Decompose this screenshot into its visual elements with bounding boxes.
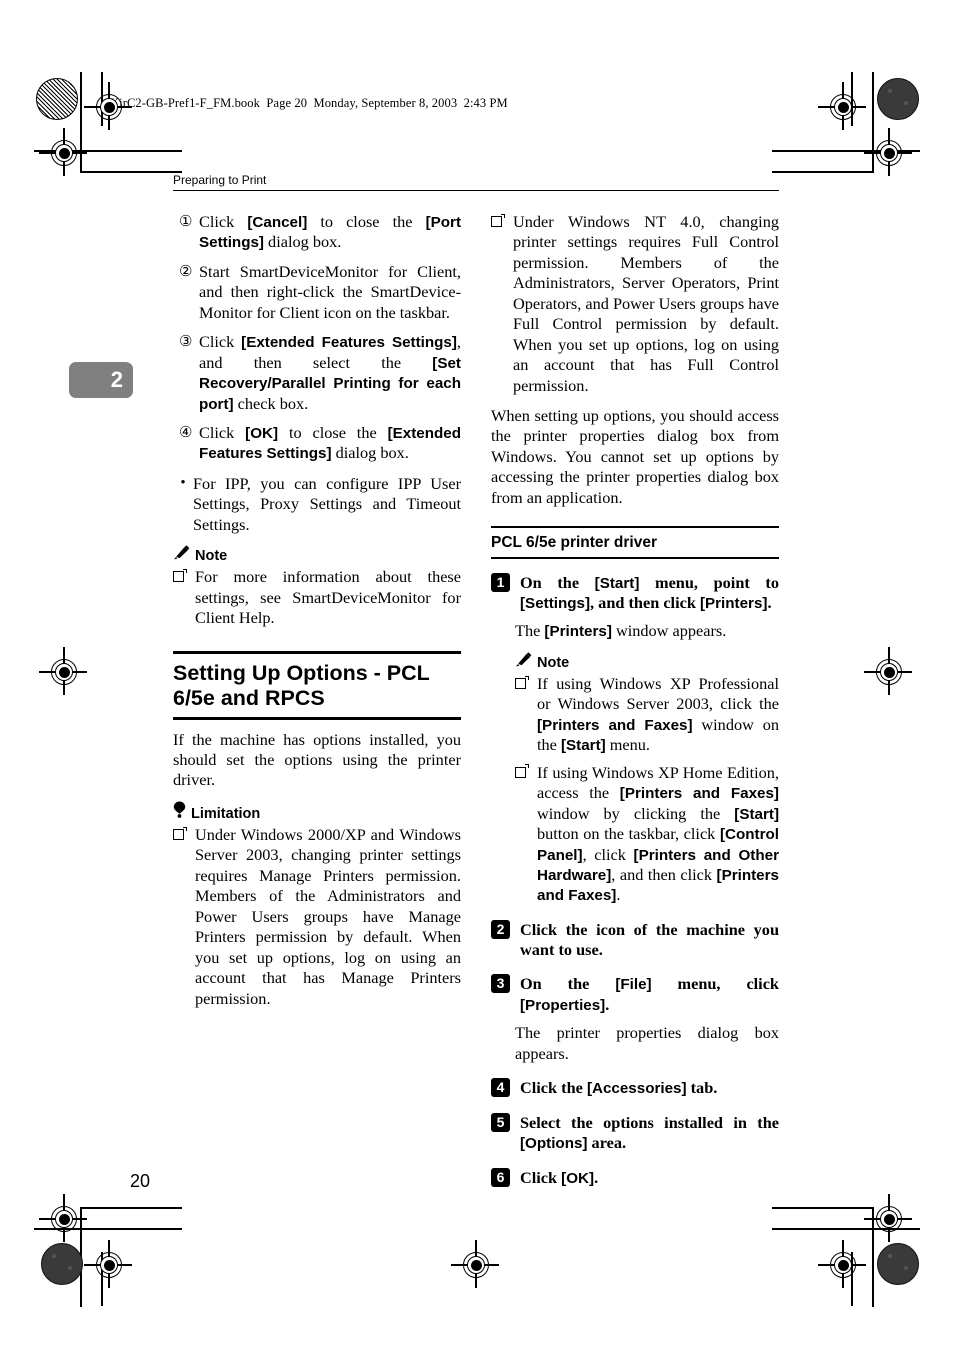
section-intro-paragraph: If the machine has options installed, yo… (173, 729, 461, 790)
note-label: Note (195, 548, 228, 565)
circled-number: ① (179, 214, 193, 230)
note-item-text: For more information about these setting… (195, 567, 461, 628)
crop-line (772, 1207, 874, 1209)
limitation-item-text: Under Windows NT 4.0, changing printer s… (513, 212, 779, 395)
list-item-text: Click [Cancel] to close the [Port Settin… (199, 212, 461, 252)
note-item: If using Windows XP Professional or Wind… (515, 674, 779, 756)
square-bullet-icon (173, 825, 195, 1009)
crop-line (772, 171, 874, 173)
step-number-badge: 1 (491, 572, 515, 615)
circled-number: ④ (179, 424, 193, 441)
limitation-item: Under Windows NT 4.0, changing printer s… (491, 212, 779, 396)
step-number-badge: 4 (491, 1078, 515, 1099)
circled-number: ② (179, 263, 193, 280)
step-number: 2 (491, 919, 510, 939)
numbered-procedure-list: ① Click [Cancel] to close the [Port Sett… (173, 212, 461, 464)
chapter-number-tab: 2 (69, 362, 133, 398)
registration-target-icon (864, 128, 912, 176)
step-number: 6 (491, 1168, 510, 1188)
step-result-text: The printer properties dialog box appear… (515, 1023, 779, 1063)
registration-target-icon (864, 1194, 912, 1242)
registration-blob-icon (36, 78, 78, 120)
bullet-item: • For IPP, you can configure IPP User Se… (173, 474, 461, 535)
step-text: Click the icon of the machine you want t… (520, 919, 779, 960)
note-item: For more information about these setting… (173, 567, 461, 628)
book-file-header: KirC2-GB-Pref1-F_FM.book Page 20 Monday,… (110, 96, 508, 110)
note-heading: Note (173, 545, 461, 565)
step-text: Click the [Accessories] tab. (520, 1078, 718, 1098)
note-item-text: If using Windows XP Home Edition, access… (537, 762, 779, 905)
limitation-label: Limitation (191, 805, 261, 822)
step-number: 5 (491, 1113, 510, 1133)
limitation-item-text: Under Windows 2000/XP and Windows Server… (195, 825, 461, 1008)
right-column: Under Windows NT 4.0, changing printer s… (491, 212, 779, 1189)
square-bullet-icon (515, 763, 537, 906)
registration-target-icon (84, 1240, 132, 1288)
step-number: 4 (491, 1078, 510, 1098)
step-number-badge: 3 (491, 974, 515, 1016)
registration-target-icon (39, 647, 87, 695)
bullet-dot-icon: • (180, 474, 186, 491)
procedure-step: 1 On the [Start] menu, point to [Setting… (491, 572, 779, 615)
left-column: ① Click [Cancel] to close the [Port Sett… (173, 212, 461, 1016)
pencil-icon (515, 652, 532, 672)
square-bullet-icon (173, 567, 195, 628)
step-number-badge: 2 (491, 919, 515, 961)
list-item: ④ Click [OK] to close the [Extended Feat… (173, 423, 461, 464)
pencil-icon (173, 545, 190, 565)
list-item: ② Start SmartDeviceMonitor for Client, a… (173, 262, 461, 323)
registration-target-icon (39, 1194, 87, 1242)
registration-target-icon (39, 128, 87, 176)
step-text: Select the options installed in the [Opt… (520, 1113, 779, 1153)
registration-blob-icon (877, 1243, 919, 1285)
sub-heading: PCL 6/5e printer driver (491, 526, 779, 559)
square-bullet-icon (515, 674, 537, 756)
registration-target-icon (864, 647, 912, 695)
circled-number: ③ (179, 334, 193, 351)
step-number: 3 (491, 974, 510, 994)
step-number: 1 (491, 572, 510, 592)
crop-line (80, 72, 82, 172)
note-label: Note (537, 654, 570, 671)
step-number-badge: 6 (491, 1168, 515, 1189)
crop-line (872, 1207, 874, 1307)
procedure-step: 5 Select the options installed in the [O… (491, 1113, 779, 1154)
balloon-icon (173, 801, 186, 823)
list-item-text: Start SmartDeviceMonitor for Client, and… (199, 261, 461, 322)
crop-line (80, 171, 182, 173)
list-item-text: Click [OK] to close the [Extended Featur… (199, 422, 461, 463)
bullet-item-text: For IPP, you can configure IPP User Sett… (193, 473, 461, 534)
step-text: On the [File] menu, click [Properties]. (520, 974, 779, 1015)
list-item: ③ Click [Extended Features Settings], an… (173, 332, 461, 414)
crop-line (872, 72, 874, 172)
registration-blob-icon (41, 1243, 83, 1285)
registration-target-icon (818, 1240, 866, 1288)
step-result-text: The [Printers] window appears. (515, 621, 727, 641)
procedure-step: 2 Click the icon of the machine you want… (491, 919, 779, 961)
step-text: On the [Start] menu, point to [Settings]… (520, 572, 779, 613)
registration-target-icon (451, 1240, 499, 1288)
page-title: Setting Up Options - PCL 6/5e and RPCS (173, 650, 461, 720)
procedure-step: 6 Click [OK]. (491, 1168, 779, 1189)
step-text: Click [OK]. (520, 1168, 599, 1188)
note-item-text: If using Windows XP Professional or Wind… (537, 674, 779, 755)
note-block: Note If using Windows XP Professional or… (515, 652, 779, 906)
registration-target-icon (818, 82, 866, 130)
procedure-step: 4 Click the [Accessories] tab. (491, 1078, 779, 1099)
limitation-heading: Limitation (173, 801, 461, 823)
note-item: If using Windows XP Home Edition, access… (515, 763, 779, 906)
procedure-step: 3 On the [File] menu, click [Properties]… (491, 974, 779, 1016)
list-item-text: Click [Extended Features Settings], and … (199, 332, 461, 413)
page-number: 20 (130, 1171, 151, 1191)
limitation-item: Under Windows 2000/XP and Windows Server… (173, 825, 461, 1009)
running-head: Preparing to Print (173, 173, 779, 191)
note-heading: Note (515, 652, 779, 672)
body-paragraph: When setting up options, you should acce… (491, 405, 779, 507)
step-number-badge: 5 (491, 1113, 515, 1154)
list-item: ① Click [Cancel] to close the [Port Sett… (173, 212, 461, 253)
registration-blob-icon (877, 78, 919, 120)
square-bullet-icon (491, 212, 513, 396)
crop-line (80, 1207, 182, 1209)
